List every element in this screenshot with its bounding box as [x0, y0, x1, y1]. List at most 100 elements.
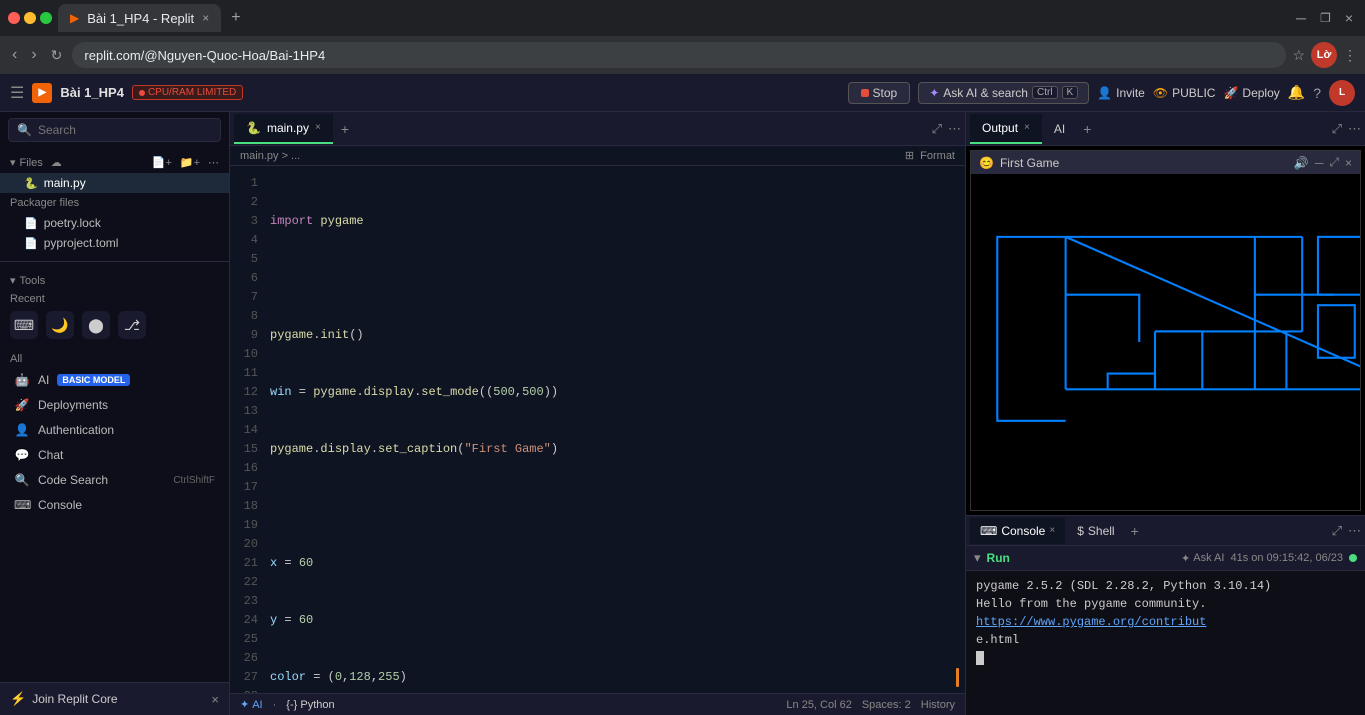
output-tab-output[interactable]: Output × — [970, 114, 1042, 144]
file-name-poetry: poetry.lock — [44, 216, 101, 230]
editor-more-button[interactable]: ⋯ — [948, 121, 961, 137]
files-header[interactable]: ▾ Files ☁ 📄+ 📁+ ⋯ — [0, 152, 229, 173]
sidebar-item-console[interactable]: ⌨ Console — [4, 493, 225, 517]
console-tab-add-icon[interactable]: + — [1127, 523, 1143, 539]
tool-icon-code[interactable]: ⌨ — [10, 311, 38, 339]
new-file-icon[interactable]: 📄+ — [152, 156, 172, 169]
code-editor[interactable]: 1 2 3 4 5 6 7 8 9 10 11 12 13 14 15 16 1 — [230, 166, 965, 693]
editor-area: 🐍 main.py × + ⤢ ⋯ main.py > ... ⊞ Format — [230, 112, 965, 715]
ask-ai-button[interactable]: ✦ Ask AI & search Ctrl K — [918, 82, 1089, 104]
files-more-icon[interactable]: ⋯ — [208, 156, 219, 169]
tool-icon-moon[interactable]: 🌙 — [46, 311, 74, 339]
public-button[interactable]: 👁 PUBLIC — [1153, 86, 1216, 100]
tool-icon-circle[interactable]: ⬤ — [82, 311, 110, 339]
url-input[interactable] — [72, 42, 1286, 68]
console-output[interactable]: pygame 2.5.2 (SDL 2.28.2, Python 3.10.14… — [966, 571, 1365, 715]
output-more-button[interactable]: ⋯ — [1348, 121, 1361, 137]
editor-expand-button[interactable]: ⤢ — [932, 121, 942, 137]
sidebar-item-code-search[interactable]: 🔍 Code Search CtrlShiftF — [4, 468, 225, 492]
ai-basic-badge: BASIC MODEL — [57, 374, 130, 386]
chevron-down-tools-icon: ▾ — [10, 274, 16, 287]
file-item-main-py[interactable]: 🐍 main.py — [0, 173, 229, 193]
ask-ai-console-button[interactable]: ✦ Ask AI — [1181, 552, 1224, 565]
close-btn[interactable] — [8, 12, 20, 24]
game-minimize-icon[interactable]: ─ — [1315, 156, 1324, 170]
code-search-icon: 🔍 — [14, 473, 30, 487]
right-panel: Output × AI + ⤢ ⋯ 😊 Fir — [965, 112, 1365, 715]
file-name-main-py: main.py — [44, 176, 86, 190]
back-button[interactable]: ‹ — [8, 44, 21, 66]
editor-tab-add-icon[interactable]: + — [333, 121, 357, 137]
pygame-link[interactable]: https://www.pygame.org/contribut — [976, 615, 1206, 629]
user-avatar-top[interactable]: L — [1329, 80, 1355, 106]
console-tab-shell[interactable]: $ Shell — [1067, 518, 1124, 544]
line-num-10: 10 — [230, 345, 258, 364]
minimize-window-icon[interactable]: ─ — [1292, 10, 1310, 26]
sidebar-item-chat[interactable]: 💬 Chat — [4, 443, 225, 467]
stop-button[interactable]: Stop — [848, 82, 911, 104]
profile-icon[interactable]: Lờ — [1311, 42, 1337, 68]
run-expand-icon[interactable]: ▾ — [974, 550, 981, 566]
sidebar-item-ai[interactable]: 🤖 AI BASIC MODEL — [4, 368, 225, 392]
close-window-icon[interactable]: × — [1341, 10, 1357, 26]
restore-window-icon[interactable]: ❐ — [1316, 11, 1335, 25]
file-item-poetry[interactable]: 📄 poetry.lock — [0, 213, 229, 233]
join-core-text: Join Replit Core — [32, 692, 205, 706]
code-line-9: color = (0,128,255) — [270, 668, 961, 687]
max-btn[interactable] — [40, 12, 52, 24]
ask-ai-label: Ask AI & search — [943, 86, 1028, 100]
tab[interactable]: ▶ Bài 1_HP4 - Replit × — [58, 4, 221, 32]
new-folder-icon[interactable]: 📁+ — [180, 156, 200, 169]
console-line-2: Hello from the pygame community. https:/… — [976, 595, 1355, 631]
help-icon[interactable]: ? — [1313, 85, 1321, 101]
deploy-button[interactable]: 🚀 Deploy — [1223, 86, 1279, 100]
tab-title: Bài 1_HP4 - Replit — [87, 11, 194, 26]
console-tab-console[interactable]: ⌨ Console × — [970, 518, 1065, 544]
editor-tab-main-py[interactable]: 🐍 main.py × — [234, 114, 333, 144]
code-line-8: y = 60 — [270, 611, 961, 630]
editor-tab-close-icon[interactable]: × — [315, 122, 321, 133]
tool-icon-branch[interactable]: ⎇ — [118, 311, 146, 339]
tab-close-icon[interactable]: × — [202, 11, 209, 25]
bell-icon[interactable]: 🔔 — [1288, 84, 1305, 101]
bookmark-icon[interactable]: ☆ — [1292, 47, 1305, 64]
game-title-text: First Game — [1000, 156, 1288, 170]
line-num-2: 2 — [230, 193, 258, 212]
reload-button[interactable]: ↻ — [47, 45, 67, 66]
sidebar-item-authentication[interactable]: 👤 Authentication — [4, 418, 225, 442]
game-expand-icon[interactable]: ⤢ — [1329, 155, 1339, 170]
extensions-icon[interactable]: ⋮ — [1343, 47, 1357, 64]
tools-header[interactable]: ▾ Tools — [0, 270, 229, 291]
output-tab-add-icon[interactable]: + — [1077, 121, 1097, 137]
output-tab-ai[interactable]: AI — [1042, 114, 1077, 144]
files-section: ▾ Files ☁ 📄+ 📁+ ⋯ 🐍 main.py Packager fil… — [0, 148, 229, 257]
output-expand-button[interactable]: ⤢ — [1332, 121, 1342, 137]
hamburger-icon[interactable]: ☰ — [10, 83, 24, 103]
format-button[interactable]: ⊞ Format — [905, 149, 955, 162]
output-tabs: Output × AI + ⤢ ⋯ — [966, 112, 1365, 146]
forward-button[interactable]: › — [27, 44, 40, 66]
line-num-22: 22 — [230, 573, 258, 592]
console-expand-button[interactable]: ⤢ — [1332, 523, 1342, 539]
console-tab-close-icon[interactable]: × — [1049, 525, 1055, 536]
search-box[interactable]: 🔍 — [8, 118, 221, 142]
sidebar-item-deployments[interactable]: 🚀 Deployments — [4, 393, 225, 417]
chevron-down-icon: ▾ — [10, 156, 16, 169]
invite-button[interactable]: 👤 Invite — [1097, 86, 1145, 100]
new-tab-icon[interactable]: + — [227, 9, 244, 27]
run-button[interactable]: Run — [987, 551, 1010, 565]
line-num-9: 9 — [230, 326, 258, 345]
invite-label: Invite — [1116, 86, 1145, 100]
join-core-close-icon[interactable]: × — [211, 692, 219, 707]
file-item-pyproject[interactable]: 📄 pyproject.toml — [0, 233, 229, 253]
game-audio-icon[interactable]: 🔊 — [1294, 156, 1309, 170]
game-close-icon[interactable]: × — [1345, 156, 1352, 170]
line-num-17: 17 — [230, 478, 258, 497]
min-btn[interactable] — [24, 12, 36, 24]
output-tab-close-icon[interactable]: × — [1024, 122, 1030, 133]
search-input[interactable] — [38, 123, 212, 137]
console-more-button[interactable]: ⋯ — [1348, 523, 1361, 539]
line-num-13: 13 — [230, 402, 258, 421]
code-content[interactable]: import pygame pygame.init() win = pygame… — [266, 166, 965, 693]
join-core-bar[interactable]: ⚡ Join Replit Core × — [0, 682, 229, 715]
